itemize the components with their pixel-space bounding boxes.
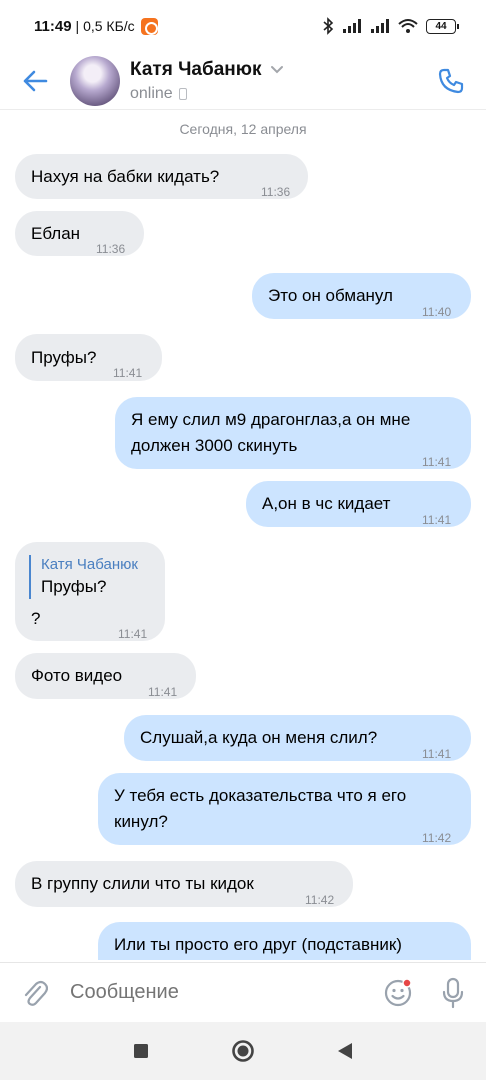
message-text: ? xyxy=(31,609,41,628)
message-composer xyxy=(0,962,486,1022)
call-button[interactable] xyxy=(416,52,486,110)
message-incoming[interactable]: В группу слили что ты кидок 11:42 xyxy=(15,861,353,907)
message-time: 11:36 xyxy=(96,242,126,256)
chat-screen: 11:49 | 0,5 КБ/с 44 Катя Чабанюк online xyxy=(0,0,486,1080)
date-separator: Сегодня, 12 апреля xyxy=(179,121,307,137)
message-time: 11:41 xyxy=(118,627,148,641)
message-incoming[interactable]: Фото видео 11:41 xyxy=(15,653,196,699)
chevron-down-icon xyxy=(270,66,283,74)
home-button[interactable] xyxy=(223,1031,263,1071)
message-text: Фото видео xyxy=(31,666,123,685)
message-text: Нахуя на бабки кидать? xyxy=(31,167,220,186)
message-incoming-reply[interactable]: Катя Чабанюк Пруфы? ? 11:41 xyxy=(15,542,165,641)
message-outgoing[interactable]: Я ему слил м9 драгонглаз,а он мне должен… xyxy=(115,397,471,469)
notification-icon xyxy=(140,17,158,35)
message-time: 11:41 xyxy=(113,366,143,380)
message-time: 11:41 xyxy=(422,455,452,469)
message-text: Или ты просто его друг (подставник) xyxy=(114,935,402,954)
arrow-left-icon xyxy=(23,70,48,91)
circle-icon xyxy=(232,1040,254,1062)
chat-header: Катя Чабанюк online xyxy=(0,52,486,110)
message-text: Пруфы? xyxy=(31,348,97,367)
contact-info[interactable]: Катя Чабанюк online xyxy=(130,59,284,103)
bluetooth-icon xyxy=(323,17,334,35)
microphone-icon xyxy=(442,977,464,1008)
reply-author: Катя Чабанюк xyxy=(41,556,138,573)
status-time: 11:49 xyxy=(34,17,72,35)
status-bar: 11:49 | 0,5 КБ/с 44 xyxy=(0,0,486,52)
message-outgoing[interactable]: Это он обманул 11:40 xyxy=(252,273,471,319)
signal-icon xyxy=(343,19,361,33)
reply-text: Пруфы? xyxy=(41,577,107,596)
message-text-line-2: кинул? xyxy=(114,812,168,831)
message-time: 11:41 xyxy=(422,513,452,527)
square-icon xyxy=(134,1044,148,1058)
message-outgoing[interactable]: У тебя есть доказательства что я его кин… xyxy=(98,773,471,845)
message-incoming[interactable]: Нахуя на бабки кидать? 11:36 xyxy=(15,154,308,199)
message-text: Еблан xyxy=(31,224,81,243)
back-nav-button[interactable] xyxy=(325,1031,365,1071)
message-text: Это он обманул xyxy=(268,286,393,305)
avatar[interactable] xyxy=(70,55,120,106)
message-text-line-1: Я ему слил м9 драгонглаз,а он мне xyxy=(131,410,411,429)
signal-icon-2 xyxy=(371,19,389,33)
recent-apps-button[interactable] xyxy=(121,1031,161,1071)
attach-button[interactable] xyxy=(0,963,70,1023)
triangle-left-icon xyxy=(338,1043,352,1059)
message-incoming[interactable]: Еблан 11:36 xyxy=(15,211,144,256)
message-time: 11:41 xyxy=(422,747,452,761)
message-text-line-2: должен 3000 скинуть xyxy=(131,436,298,455)
message-time: 11:42 xyxy=(422,831,452,845)
message-outgoing[interactable]: Слушай,а куда он меня слил? 11:41 xyxy=(124,715,471,761)
paperclip-icon xyxy=(24,980,48,1006)
message-time: 11:42 xyxy=(305,893,335,907)
message-text: В группу слили что ты кидок xyxy=(31,874,254,893)
message-list[interactable]: Сегодня, 12 апреля Нахуя на бабки кидать… xyxy=(0,110,486,960)
message-text: Слушай,а куда он меня слил? xyxy=(140,728,378,747)
wifi-icon xyxy=(398,19,418,33)
battery-icon: 44 xyxy=(426,18,459,34)
message-outgoing[interactable]: Или ты просто его друг (подставник) xyxy=(98,922,471,960)
message-text: А,он в чс кидает xyxy=(262,494,391,513)
smile-icon xyxy=(384,977,412,1006)
message-time: 11:36 xyxy=(261,185,291,199)
message-text-line-1: У тебя есть доказательства что я его xyxy=(114,786,407,805)
contact-name: Катя Чабанюк xyxy=(130,58,262,80)
status-network-speed: | 0,5 КБ/с xyxy=(75,18,135,34)
system-navigation-bar xyxy=(0,1022,486,1080)
message-input[interactable] xyxy=(70,981,376,1004)
message-time: 11:41 xyxy=(148,685,178,699)
message-incoming[interactable]: Пруфы? 11:41 xyxy=(15,334,162,381)
message-time: 11:40 xyxy=(422,305,452,319)
mobile-device-icon xyxy=(178,87,187,100)
voice-message-button[interactable] xyxy=(420,963,486,1023)
phone-icon xyxy=(438,68,464,93)
back-button[interactable] xyxy=(0,52,70,110)
sticker-button[interactable] xyxy=(376,963,420,1023)
message-outgoing[interactable]: А,он в чс кидает 11:41 xyxy=(246,481,471,527)
contact-status: online xyxy=(130,84,173,102)
reply-quote[interactable]: Катя Чабанюк Пруфы? xyxy=(29,555,138,599)
